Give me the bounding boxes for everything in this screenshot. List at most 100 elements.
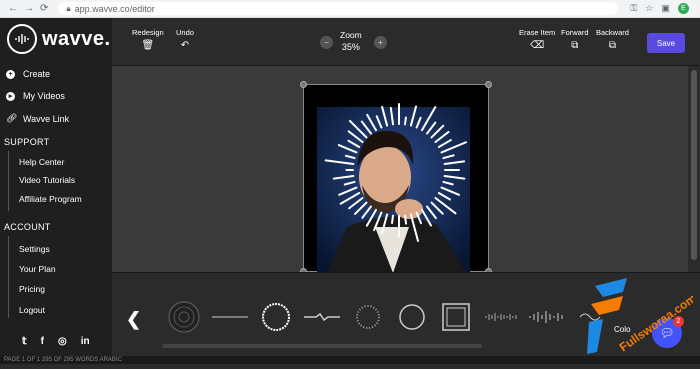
waveform-bar xyxy=(442,180,454,186)
undo-label: Undo xyxy=(176,28,194,37)
editor-canvas[interactable] xyxy=(112,66,688,272)
style-option-ring[interactable] xyxy=(394,299,430,335)
waveform-bar xyxy=(347,130,364,143)
style-option-dotted-ring[interactable] xyxy=(350,299,386,335)
style-option-waveform[interactable] xyxy=(484,299,520,335)
zoom-control: Zoom 35% xyxy=(340,30,362,52)
forward-label: Forward xyxy=(561,28,589,37)
wavve-logo-icon xyxy=(7,24,37,54)
support-divider xyxy=(8,151,9,211)
style-option-vinyl[interactable] xyxy=(166,299,202,335)
resize-handle[interactable] xyxy=(300,81,307,88)
forward-button[interactable]: Forward ⧉ xyxy=(561,28,589,51)
account-heading: ACCOUNT xyxy=(4,222,51,232)
account-divider xyxy=(8,236,9,318)
browser-nav: ← → ⟳ xyxy=(8,3,48,14)
back-nav-icon[interactable]: ← xyxy=(8,3,18,14)
social-links: 𝕥 f ◎ in xyxy=(22,336,90,347)
waveform-bar xyxy=(332,175,355,180)
sidebar-item-help-center[interactable]: Help Center xyxy=(19,157,64,167)
waveform-bar xyxy=(409,105,418,127)
waveform-bar xyxy=(415,211,423,225)
star-icon[interactable]: ☆ xyxy=(645,3,653,14)
send-backward-icon: ⧉ xyxy=(608,40,617,51)
waveform-bar xyxy=(373,211,383,232)
waveform-bar xyxy=(348,197,364,210)
erase-item-button[interactable]: Erase Item ⌫ xyxy=(519,28,555,51)
forward-nav-icon[interactable]: → xyxy=(24,3,34,14)
style-option-bars[interactable] xyxy=(528,299,564,335)
waveform-bar xyxy=(381,213,389,235)
support-heading: SUPPORT xyxy=(4,137,50,147)
waveform-bar xyxy=(440,186,461,196)
waveform-ring[interactable] xyxy=(324,95,474,245)
browser-toolbar: ← → ⟳ 🔒︎ app.wavve.co/editor ⚿ ☆ ▣ E ⋮ xyxy=(0,0,700,18)
instagram-icon[interactable]: ◎ xyxy=(58,336,67,347)
waveform-bar xyxy=(434,130,450,143)
sidebar-item-settings[interactable]: Settings xyxy=(19,244,50,254)
waveform-bar xyxy=(430,124,445,139)
sidebar-item-video-tutorials[interactable]: Video Tutorials xyxy=(19,175,75,185)
waveform-bar xyxy=(375,115,383,129)
vertical-scrollbar[interactable] xyxy=(688,66,700,272)
address-bar[interactable]: 🔒︎ app.wavve.co/editor xyxy=(58,2,619,15)
link-icon: 🔗︎ xyxy=(6,113,18,123)
extension-icon[interactable]: ▣ xyxy=(661,3,670,14)
sidebar-item-affiliate-program[interactable]: Affiliate Program xyxy=(19,194,82,204)
waveform-bar xyxy=(389,106,394,126)
style-option-square[interactable] xyxy=(438,299,474,335)
twitter-icon[interactable]: 𝕥 xyxy=(22,336,27,347)
waveform-bar xyxy=(354,201,368,215)
undo-button[interactable]: Undo ↶ xyxy=(176,28,194,51)
plus-icon: + xyxy=(6,69,15,79)
chevron-left-icon[interactable]: ❮ xyxy=(126,309,141,330)
waveform-bar xyxy=(421,208,433,227)
waveform-bar xyxy=(391,214,394,225)
horizontal-scrollbar[interactable] xyxy=(162,344,482,348)
waveform-bar xyxy=(338,186,358,196)
sidebar-item-create[interactable]: + Create xyxy=(6,69,50,79)
waveform-bar xyxy=(437,139,452,148)
lock-icon: 🔒︎ xyxy=(66,3,71,13)
waveform-bar xyxy=(415,116,422,129)
waveform-bar xyxy=(344,154,356,160)
sidebar-item-my-videos[interactable]: ▸ My Videos xyxy=(6,91,65,101)
browser-actions: ⚿ ☆ ▣ E ⋮ xyxy=(630,3,700,14)
style-option-circle-wave[interactable] xyxy=(258,299,294,335)
waveform-bar xyxy=(426,205,437,220)
eraser-icon: ⌫ xyxy=(530,40,545,51)
sidebar: wavve. + Create ▸ My Videos 🔗︎ Wavve Lin… xyxy=(0,18,112,364)
facebook-icon[interactable]: f xyxy=(41,336,44,347)
backward-label: Backward xyxy=(596,28,629,37)
waveform-bar xyxy=(361,205,372,219)
reload-icon[interactable]: ⟳ xyxy=(40,3,48,14)
waveform-bar xyxy=(324,159,355,165)
logo[interactable]: wavve. xyxy=(7,24,111,54)
waveform-bar xyxy=(343,180,356,186)
style-option-line[interactable] xyxy=(212,299,248,335)
waveform-bar xyxy=(443,160,466,165)
sidebar-item-your-plan[interactable]: Your Plan xyxy=(19,264,56,274)
sidebar-item-logout[interactable]: Logout xyxy=(19,305,45,315)
design-frame[interactable] xyxy=(300,81,492,272)
style-option-pulse[interactable] xyxy=(304,299,340,335)
save-button[interactable]: Save xyxy=(647,33,685,53)
zoom-out-icon[interactable]: − xyxy=(320,36,333,49)
redesign-button[interactable]: Redesign 🗑︎ xyxy=(132,28,164,51)
backward-button[interactable]: Backward ⧉ xyxy=(596,28,629,51)
waveform-bar xyxy=(365,208,377,227)
linkedin-icon[interactable]: in xyxy=(81,336,90,347)
waveform-bar xyxy=(430,201,444,215)
resize-handle[interactable] xyxy=(485,81,492,88)
profile-avatar[interactable]: E xyxy=(677,3,689,14)
sidebar-item-wavve-link[interactable]: 🔗︎ Wavve Link xyxy=(6,113,69,124)
bring-forward-icon: ⧉ xyxy=(571,40,579,51)
redesign-label: Redesign xyxy=(132,28,164,37)
zoom-in-icon[interactable]: + xyxy=(374,36,387,49)
sidebar-item-pricing[interactable]: Pricing xyxy=(19,284,45,294)
key-icon[interactable]: ⚿ xyxy=(630,3,637,14)
url-text: app.wavve.co/editor xyxy=(74,3,155,14)
scroll-thumb[interactable] xyxy=(691,70,697,260)
sidebar-item-label: Wavve Link xyxy=(23,113,70,124)
status-bar: PAGE 1 OF 1 295 OF 295 WORDS ARABIC xyxy=(0,356,700,364)
